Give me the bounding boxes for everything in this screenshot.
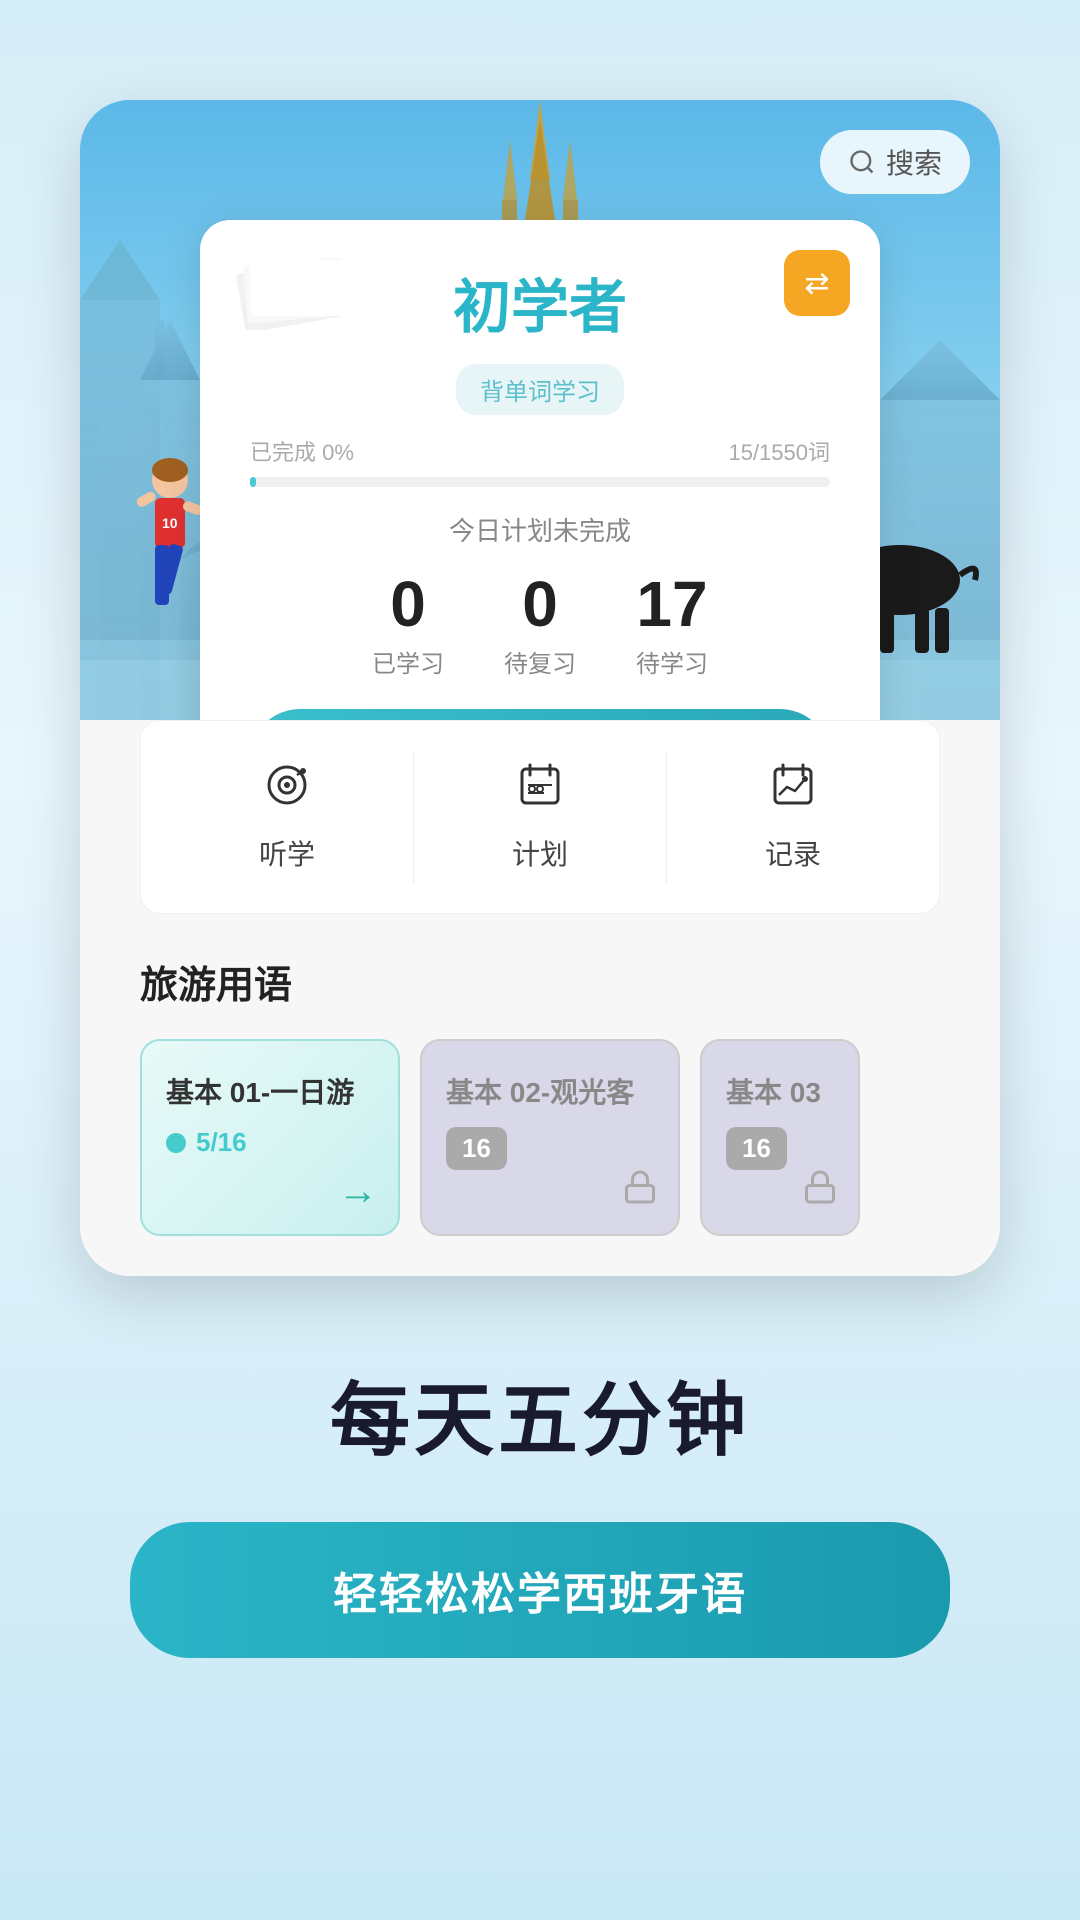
bottom-text-area: 每天五分钟 轻轻松松学西班牙语 [50,1276,1030,1758]
lesson-card-1[interactable]: 基本 01-一日游 5/16 → [140,1039,400,1236]
search-button[interactable]: 搜索 [820,130,970,194]
progress-area: 已完成 0% 15/1550词 [250,435,830,487]
lock-icon-3 [802,1169,838,1214]
progress-bar-background [250,477,830,487]
record-label: 记录 [765,833,821,873]
progress-bar-fill [250,477,256,487]
nav-plan[interactable]: 计划 [414,751,667,883]
lesson-2-count: 16 [446,1127,507,1170]
stats-row: 0 已学习 0 待复习 17 待学习 [250,572,830,679]
progress-dot [166,1133,186,1153]
hero-area: 10 [80,100,1000,720]
stat-review-label: 待复习 [504,644,576,679]
record-icon [769,761,817,821]
exchange-button[interactable]: ⇄ [784,250,850,316]
nav-icons-row: 听学 计划 [140,720,940,914]
learner-card: ⇄ 初学者 背单词学习 已完成 0% 15/1550词 今日计划未完成 [200,220,880,720]
phone-frame: 10 [80,100,1000,1276]
listen-icon [263,761,311,821]
search-label: 搜索 [886,142,942,182]
lesson-card-3[interactable]: 基本 03 16 [700,1039,860,1236]
stat-pending-number: 17 [636,572,708,636]
nav-record[interactable]: 记录 [667,751,919,883]
lesson-1-progress: 5/16 [166,1127,374,1158]
lesson-1-arrow[interactable]: → [338,1169,378,1214]
stat-pending-label: 待学习 [636,644,708,679]
lesson-card-2[interactable]: 基本 02-观光客 16 [420,1039,680,1236]
main-slogan: 每天五分钟 [130,1356,950,1472]
lock-icon-2 [622,1169,658,1214]
stat-learned: 0 已学习 [372,572,444,679]
progress-completed-label: 已完成 0% [250,435,354,467]
stat-review: 0 待复习 [504,572,576,679]
lesson-2-title: 基本 02-观光客 [446,1071,654,1111]
lesson-1-title: 基本 01-一日游 [166,1071,374,1111]
continue-button[interactable]: 继续学习 [250,709,830,720]
lessons-scroll: 基本 01-一日游 5/16 → 基本 02-观光客 16 [140,1039,940,1236]
stat-learned-number: 0 [372,572,444,636]
book-decoration [230,250,350,330]
plan-status: 今日计划未完成 [250,511,830,548]
cta-button[interactable]: 轻轻松松学西班牙语 [130,1522,950,1658]
stat-pending: 17 待学习 [636,572,708,679]
exchange-icon: ⇄ [804,266,829,301]
svg-text:10: 10 [162,515,178,531]
lesson-1-count: 5/16 [196,1127,247,1158]
vocab-badge: 背单词学习 [456,364,624,415]
stat-learned-label: 已学习 [372,644,444,679]
lesson-3-count: 16 [726,1127,787,1170]
lesson-3-title: 基本 03 [726,1071,834,1111]
stat-review-number: 0 [504,572,576,636]
listen-label: 听学 [259,833,315,873]
bottom-section: 听学 计划 [80,720,1000,1276]
plan-label: 计划 [512,833,568,873]
section-title: 旅游用语 [140,954,940,1009]
progress-total-label: 15/1550词 [728,435,830,467]
plan-icon [516,761,564,821]
nav-listen[interactable]: 听学 [161,751,414,883]
